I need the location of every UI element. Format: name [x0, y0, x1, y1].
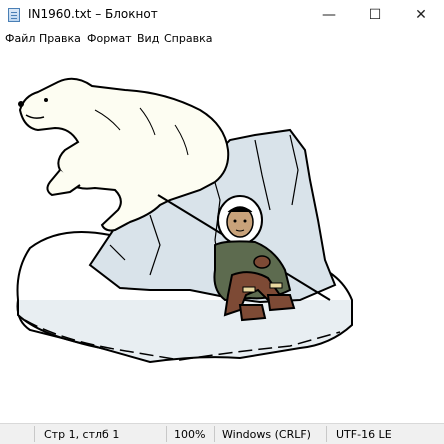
eye [243, 219, 247, 223]
status-separator [166, 426, 167, 442]
encoding: UTF-16 LE [336, 428, 392, 441]
eye [233, 219, 237, 223]
boot [238, 304, 267, 322]
status-bar: Стр 1, стлб 1 100% Windows (CRLF) UTF-16… [0, 423, 444, 444]
notepad-icon [8, 8, 20, 22]
notepad-window: IN1960.txt – Блокнот — ☐ ✕ Файл Правка Ф… [0, 0, 444, 444]
menu-view[interactable]: Вид [137, 32, 159, 45]
boot-trim [269, 282, 283, 289]
minimize-button[interactable]: — [306, 0, 352, 30]
window-title: IN1960.txt – Блокнот [28, 7, 158, 21]
menu-file[interactable]: Файл [5, 32, 35, 45]
close-icon: ✕ [415, 7, 427, 23]
menu-format[interactable]: Формат [87, 32, 132, 45]
minimize-icon: — [322, 7, 336, 23]
bear-nose [18, 101, 24, 107]
line-endings: Windows (CRLF) [222, 428, 311, 441]
bear-eye [44, 98, 48, 102]
menu-edit[interactable]: Правка [39, 32, 81, 45]
boot-trim [242, 286, 256, 293]
polar-bear-illustration [16, 77, 354, 364]
status-separator [34, 426, 35, 442]
zoom-level: 100% [174, 428, 206, 441]
status-separator [214, 426, 215, 442]
maximize-icon: ☐ [368, 7, 382, 23]
maximize-button[interactable]: ☐ [352, 0, 398, 30]
menu-help[interactable]: Справка [164, 32, 212, 45]
ice-floe-edge [17, 300, 353, 364]
text-editor-area[interactable] [0, 49, 444, 419]
close-button[interactable]: ✕ [398, 0, 444, 30]
status-separator [326, 426, 327, 442]
cursor-position: Стр 1, стлб 1 [44, 428, 120, 441]
menu-bar: Файл Правка Формат Вид Справка [0, 30, 444, 49]
glove [253, 255, 271, 269]
boot [266, 294, 296, 312]
title-bar[interactable]: IN1960.txt – Блокнот — ☐ ✕ [0, 0, 444, 30]
